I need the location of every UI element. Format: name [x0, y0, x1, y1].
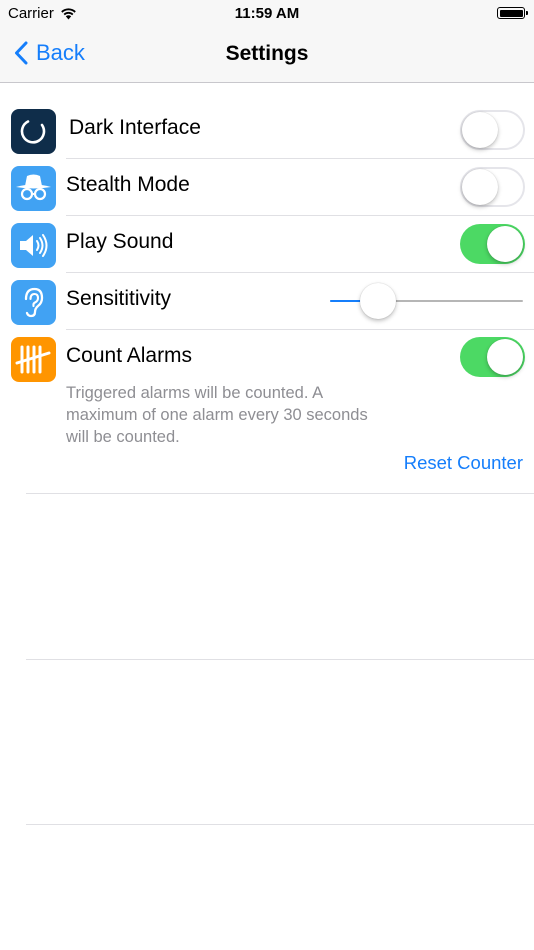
slider-thumb[interactable] [360, 283, 396, 319]
reset-counter-button[interactable]: Reset Counter [404, 452, 523, 474]
description-line: maximum of one alarm every 30 seconds [66, 406, 368, 424]
sensitivity-label: Sensititivity [66, 287, 172, 310]
count-alarms-description: Triggered alarms will be counted. A maxi… [66, 382, 426, 448]
separator [26, 493, 534, 494]
play-sound-label: Play Sound [66, 230, 174, 253]
battery-icon [497, 7, 528, 19]
speaker-icon [11, 223, 56, 268]
count-alarms-label: Count Alarms [66, 344, 193, 367]
description-line: will be counted. [66, 428, 180, 446]
sensitivity-slider[interactable] [330, 281, 523, 321]
setting-row-count-alarms: Count Alarms [0, 330, 534, 387]
separator [26, 824, 534, 825]
navigation-bar: Back Settings [0, 28, 534, 83]
setting-row-sensitivity: Sensititivity [0, 273, 534, 330]
status-bar: Carrier 11:59 AM [0, 0, 534, 28]
count-alarms-toggle[interactable] [460, 337, 525, 377]
description-line: Triggered alarms will be counted. A [66, 384, 324, 402]
setting-row-stealth-mode: Stealth Mode [0, 159, 534, 216]
stealth-mode-toggle[interactable] [460, 167, 525, 207]
settings-screen: Carrier 11:59 AM Back Settings Dark Inte… [0, 0, 534, 950]
page-title: Settings [225, 42, 309, 65]
status-time: 11:59 AM [234, 5, 300, 22]
dark-interface-icon [11, 109, 56, 154]
separator [26, 659, 534, 660]
dark-interface-label: Dark Interface [69, 116, 201, 139]
setting-row-play-sound: Play Sound [0, 216, 534, 273]
dark-interface-toggle[interactable] [460, 110, 525, 150]
tally-icon [11, 337, 56, 382]
stealth-mode-label: Stealth Mode [66, 173, 190, 196]
stealth-mode-icon [11, 166, 56, 211]
play-sound-toggle[interactable] [460, 224, 525, 264]
setting-row-dark-interface: Dark Interface [0, 102, 534, 159]
ear-icon [11, 280, 56, 325]
